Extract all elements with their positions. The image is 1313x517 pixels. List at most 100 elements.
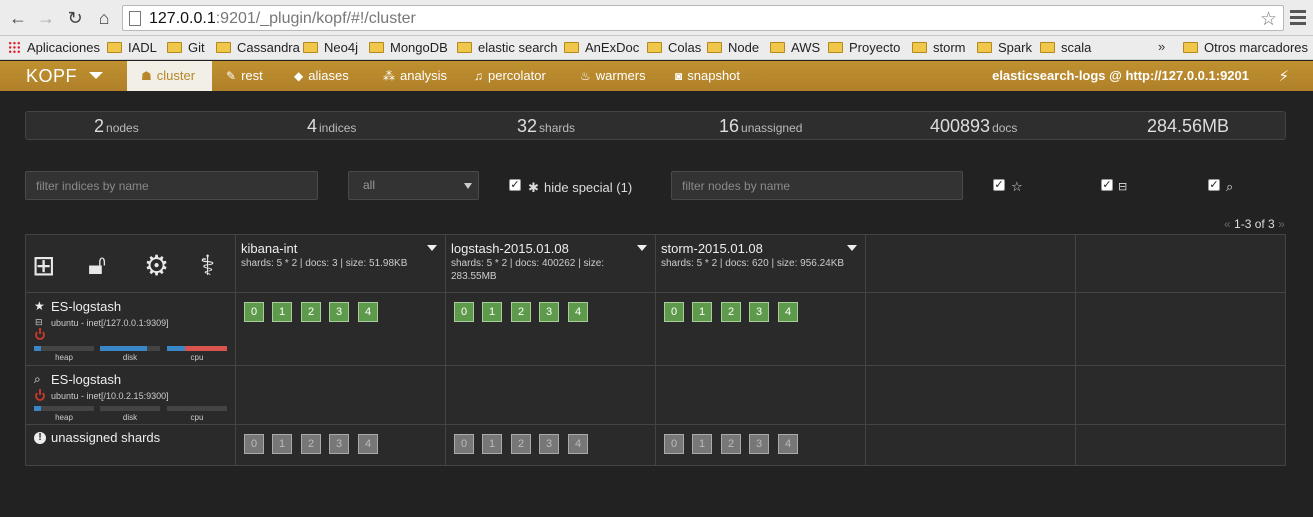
chevron-down-icon[interactable]: [427, 245, 437, 251]
power-icon[interactable]: [35, 328, 45, 340]
shard-cell: 0 1 2 3 4: [446, 425, 656, 466]
shard-box[interactable]: 4: [778, 434, 798, 454]
chevron-down-icon[interactable]: [847, 245, 857, 251]
more-bookmarks-icon[interactable]: »: [1158, 39, 1165, 54]
shard-box[interactable]: 3: [539, 302, 559, 322]
chevron-down-icon: [464, 183, 472, 189]
power-icon[interactable]: [35, 389, 45, 401]
tab-analysis[interactable]: ⁂ analysis: [369, 61, 461, 91]
reload-icon[interactable]: ↻: [63, 6, 87, 30]
shard-box[interactable]: 4: [778, 302, 798, 322]
bookmark-folder[interactable]: Proyecto: [828, 39, 900, 57]
shard-box[interactable]: 3: [539, 434, 559, 454]
tab-aliases[interactable]: ◆ aliases: [280, 61, 363, 91]
shard-box[interactable]: 1: [482, 434, 502, 454]
master-nodes-checkbox[interactable]: ✓: [993, 179, 1005, 191]
empty-cell: [866, 293, 1076, 366]
hide-special-label: hide special (1): [544, 180, 633, 195]
index-name: storm-2015.01.08: [661, 241, 763, 256]
stethoscope-icon[interactable]: ⚕: [200, 249, 215, 282]
bookmark-apps[interactable]: Aplicaciones: [8, 39, 100, 57]
tab-percolator[interactable]: ♫ percolator: [460, 61, 560, 91]
empty-cell: [1076, 366, 1286, 425]
prev-page-icon[interactable]: «: [1224, 217, 1231, 231]
unlock-icon[interactable]: 🔓︎: [88, 249, 106, 282]
index-meta: shards: 5 * 2 | docs: 400262 | size: 283…: [451, 258, 605, 282]
client-nodes-checkbox[interactable]: ✓: [1208, 179, 1220, 191]
tab-warmers[interactable]: ♨ warmers: [566, 61, 660, 91]
tab-cluster[interactable]: ☗ cluster: [127, 61, 212, 91]
browser-menu-icon[interactable]: [1290, 8, 1308, 28]
shard-box[interactable]: 0: [664, 434, 684, 454]
next-page-icon[interactable]: »: [1278, 217, 1285, 231]
shard-box[interactable]: 1: [692, 434, 712, 454]
forward-arrow-icon[interactable]: →: [34, 6, 58, 30]
gear-icon[interactable]: ⚙: [144, 249, 169, 282]
bookmark-folder[interactable]: MongoDB: [369, 39, 448, 57]
plug-icon[interactable]: ⚡: [1278, 67, 1289, 85]
shard-box[interactable]: 1: [272, 434, 292, 454]
shard-box[interactable]: 2: [721, 434, 741, 454]
shard-box[interactable]: 4: [568, 434, 588, 454]
add-index-icon[interactable]: ⊞: [32, 249, 55, 282]
index-header-logstash: logstash-2015.01.08 shards: 5 * 2 | docs…: [446, 235, 656, 293]
folder-icon: [912, 42, 927, 53]
bookmark-folder[interactable]: scala: [1040, 39, 1091, 57]
bookmark-folder[interactable]: Neo4j: [303, 39, 358, 57]
bookmark-folder[interactable]: AnExDoc: [564, 39, 639, 57]
shard-box[interactable]: 4: [358, 434, 378, 454]
shard-box[interactable]: 0: [244, 434, 264, 454]
bookmark-folder[interactable]: storm: [912, 39, 966, 57]
shard-box[interactable]: 0: [664, 302, 684, 322]
shard-box[interactable]: 2: [301, 434, 321, 454]
shard-box[interactable]: 0: [244, 302, 264, 322]
address-bar[interactable]: 127.0.0.1:9201/_plugin/kopf/#!/cluster ☆: [122, 5, 1284, 31]
stat-shards: 32 shards: [517, 116, 576, 136]
bookmark-folder[interactable]: IADL: [107, 39, 157, 57]
data-nodes-checkbox[interactable]: ✓: [1101, 179, 1113, 191]
disk-bar: [100, 346, 160, 351]
node-name[interactable]: ES-logstash: [51, 299, 121, 314]
cpu-bar: [167, 406, 227, 411]
shard-box[interactable]: 1: [692, 302, 712, 322]
shard-box[interactable]: 1: [482, 302, 502, 322]
bookmark-folder[interactable]: Git: [167, 39, 205, 57]
brand-logo[interactable]: KOPF: [26, 66, 77, 87]
folder-icon: [107, 42, 122, 53]
chevron-down-icon[interactable]: [637, 245, 647, 251]
folder-icon: [167, 42, 182, 53]
shard-box[interactable]: 0: [454, 434, 474, 454]
shard-box[interactable]: 2: [301, 302, 321, 322]
shard-box[interactable]: 3: [329, 302, 349, 322]
hide-special-checkbox[interactable]: ✓: [509, 179, 521, 191]
shard-box[interactable]: 1: [272, 302, 292, 322]
bookmark-folder[interactable]: AWS: [770, 39, 820, 57]
shard-box[interactable]: 3: [749, 302, 769, 322]
shard-box[interactable]: 3: [329, 434, 349, 454]
shard-box[interactable]: 2: [511, 434, 531, 454]
bookmark-folder[interactable]: Colas: [647, 39, 701, 57]
shard-box[interactable]: 0: [454, 302, 474, 322]
shard-box[interactable]: 4: [358, 302, 378, 322]
bookmark-star-icon[interactable]: ☆: [1260, 8, 1277, 31]
node-name[interactable]: ES-logstash: [51, 372, 121, 387]
shard-box[interactable]: 2: [511, 302, 531, 322]
search-icon: ⌕: [34, 372, 41, 386]
tab-rest[interactable]: ✎ rest: [212, 61, 277, 91]
index-state-select[interactable]: all: [348, 171, 479, 200]
back-arrow-icon[interactable]: ←: [6, 6, 30, 30]
disk-label: disk: [122, 413, 138, 422]
shard-box[interactable]: 4: [568, 302, 588, 322]
bookmark-folder[interactable]: elastic search: [457, 39, 557, 57]
bookmark-folder[interactable]: Cassandra: [216, 39, 300, 57]
filter-nodes-input[interactable]: [671, 171, 963, 200]
shard-box[interactable]: 3: [749, 434, 769, 454]
filter-indices-input[interactable]: [25, 171, 318, 200]
bookmark-folder[interactable]: Node: [707, 39, 759, 57]
tab-snapshot[interactable]: ◙ snapshot: [661, 61, 754, 91]
bookmark-other[interactable]: Otros marcadores: [1183, 39, 1308, 57]
home-icon[interactable]: ⌂: [92, 6, 116, 30]
brand-dropdown-icon[interactable]: [89, 72, 103, 79]
shard-box[interactable]: 2: [721, 302, 741, 322]
bookmark-folder[interactable]: Spark: [977, 39, 1032, 57]
